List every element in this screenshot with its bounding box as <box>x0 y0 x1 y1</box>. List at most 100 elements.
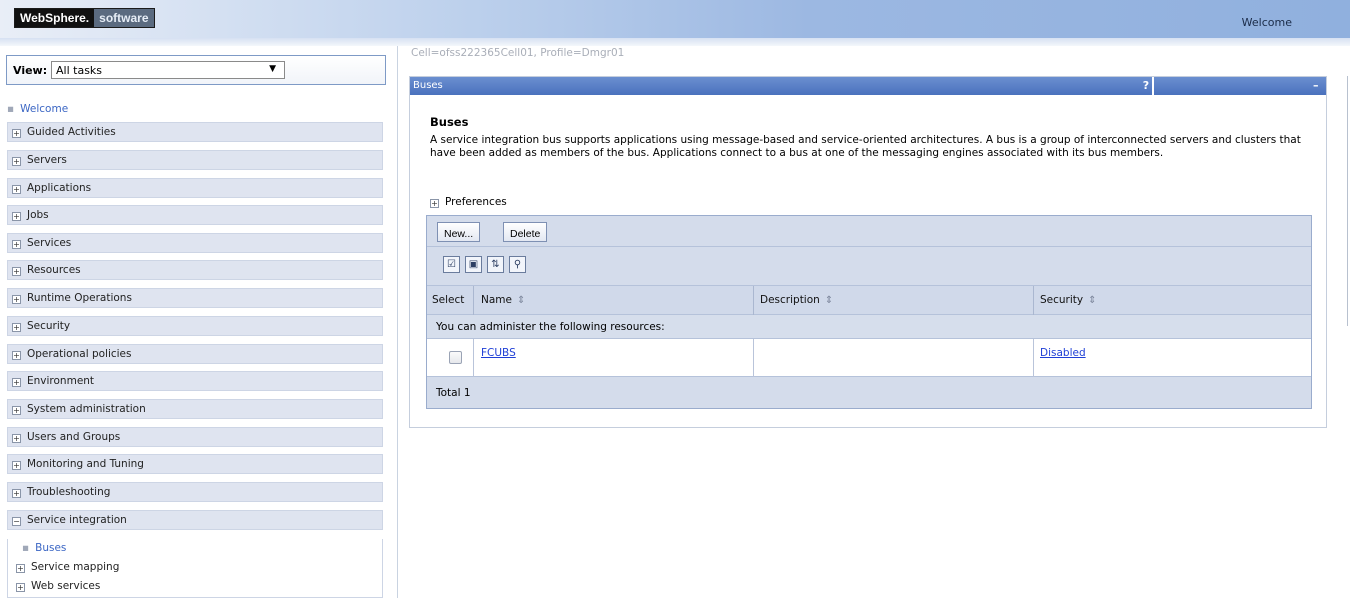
button-row: New... Delete <box>427 216 1311 247</box>
nav-item-label: System administration <box>27 403 146 415</box>
show-filter-icon[interactable]: ⇅ <box>487 256 504 273</box>
nav-item-label: Security <box>27 320 71 332</box>
expand-icon[interactable]: + <box>12 267 21 276</box>
nav-item-jobs[interactable]: + Jobs <box>7 205 383 225</box>
nav-item-environment[interactable]: + Environment <box>7 371 383 391</box>
column-header-security[interactable]: Security ⇕ <box>1040 294 1097 306</box>
row-select-checkbox[interactable] <box>449 351 462 364</box>
banner: WebSphere. software Welcome <box>0 0 1350 46</box>
delete-button[interactable]: Delete <box>503 222 548 242</box>
nav-item-label: Jobs <box>27 209 49 221</box>
nav-item-label: Users and Groups <box>27 431 121 443</box>
column-divider <box>473 286 474 315</box>
help-icon[interactable]: ? <box>1140 77 1152 95</box>
view-label: View: <box>13 64 48 77</box>
nav-subitem-service-mapping[interactable]: + Service mapping <box>16 561 119 573</box>
expand-icon[interactable]: + <box>12 157 21 166</box>
preferences-label: Preferences <box>445 196 507 208</box>
expand-icon[interactable]: + <box>16 564 25 573</box>
nav-item-guided-activities[interactable]: + Guided Activities <box>7 122 383 142</box>
expand-icon[interactable]: + <box>12 240 21 249</box>
welcome-text: Welcome <box>1241 16 1292 29</box>
dropdown-arrow-icon: ▼ <box>269 64 276 74</box>
title-bar-separator <box>1152 77 1154 95</box>
sort-icon[interactable]: ⇕ <box>1088 295 1096 306</box>
expand-icon[interactable]: + <box>12 489 21 498</box>
expand-icon[interactable]: + <box>12 129 21 138</box>
view-selector-box: View: All tasks ▼ <box>6 55 386 85</box>
nav-item-label: Operational policies <box>27 348 132 360</box>
security-status-link[interactable]: Disabled <box>1040 347 1086 359</box>
view-select[interactable]: All tasks ▼ <box>51 61 285 79</box>
nav-item-resources[interactable]: + Resources <box>7 260 383 280</box>
nav-item-monitoring-and-tuning[interactable]: + Monitoring and Tuning <box>7 454 383 474</box>
buses-portlet: Buses ? – Buses A service integration bu… <box>409 76 1327 428</box>
expand-icon[interactable]: + <box>12 406 21 415</box>
logo-suffix: software <box>94 9 154 27</box>
expand-icon[interactable]: + <box>12 378 21 387</box>
expand-icon[interactable]: + <box>12 434 21 443</box>
column-header-description[interactable]: Description ⇕ <box>760 294 833 306</box>
nav-subitem-label: Web services <box>31 580 101 592</box>
sort-icon[interactable]: ⇕ <box>825 295 833 306</box>
column-header-description-label: Description <box>760 294 820 306</box>
service-integration-children: ▪ Buses + Service mapping + Web services <box>7 539 383 598</box>
column-header-security-label: Security <box>1040 294 1084 306</box>
expand-icon[interactable]: + <box>430 199 439 208</box>
page-heading: Buses <box>430 115 469 129</box>
nav-welcome-link[interactable]: ▪ Welcome <box>7 103 68 115</box>
table-row: FCUBS Disabled <box>427 339 1311 377</box>
expand-icon[interactable]: + <box>16 583 25 592</box>
nav-welcome-label: Welcome <box>20 103 69 115</box>
nav-item-users-and-groups[interactable]: + Users and Groups <box>7 427 383 447</box>
nav-item-system-administration[interactable]: + System administration <box>7 399 383 419</box>
preferences-toggle[interactable]: + Preferences <box>430 196 507 208</box>
column-divider <box>753 339 754 377</box>
column-divider <box>1033 339 1034 377</box>
websphere-logo: WebSphere. software <box>14 8 155 28</box>
expand-icon[interactable]: + <box>12 295 21 304</box>
nav-subitem-web-services[interactable]: + Web services <box>16 580 100 592</box>
deselect-all-icon[interactable]: ▣ <box>465 256 482 273</box>
expand-icon[interactable]: + <box>12 461 21 470</box>
nav-item-operational-policies[interactable]: + Operational policies <box>7 344 383 364</box>
nav-item-service-integration[interactable]: − Service integration <box>7 510 383 530</box>
nav-item-servers[interactable]: + Servers <box>7 150 383 170</box>
expand-icon[interactable]: + <box>12 351 21 360</box>
sort-icon[interactable]: ⇕ <box>517 295 525 306</box>
logo-brand: WebSphere. <box>15 9 95 27</box>
table-total: Total 1 <box>436 387 471 399</box>
portlet-title: Buses <box>413 80 443 91</box>
nav-item-runtime-operations[interactable]: + Runtime Operations <box>7 288 383 308</box>
nav-item-security[interactable]: + Security <box>7 316 383 336</box>
minimize-icon[interactable]: – <box>1313 79 1323 93</box>
new-button[interactable]: New... <box>437 222 481 242</box>
nav-item-label: Service integration <box>27 514 127 526</box>
column-header-name[interactable]: Name ⇕ <box>481 294 525 306</box>
nav-item-label: Monitoring and Tuning <box>27 458 144 470</box>
nav-item-label: Runtime Operations <box>27 292 132 304</box>
table-message-row: You can administer the following resourc… <box>427 315 1311 339</box>
collapse-icon[interactable]: − <box>12 517 21 526</box>
column-divider <box>753 286 754 315</box>
bus-name-link[interactable]: FCUBS <box>481 347 516 359</box>
nav-item-label: Services <box>27 237 72 249</box>
nav-item-label: Troubleshooting <box>27 486 111 498</box>
expand-icon[interactable]: + <box>12 185 21 194</box>
breadcrumb: Cell=ofss222365Cell01, Profile=Dmgr01 <box>411 47 625 59</box>
clear-filter-icon[interactable]: ⚲ <box>509 256 526 273</box>
navigation-panel: View: All tasks ▼ ▪ Welcome + Guided Activ… <box>0 46 398 598</box>
buses-table: New... Delete ☑ ▣ ⇅ ⚲ Select Name ⇕ Descr… <box>426 215 1312 409</box>
nav-item-services[interactable]: + Services <box>7 233 383 253</box>
column-header-name-label: Name <box>481 294 512 306</box>
table-header-row: Select Name ⇕ Description ⇕ Security ⇕ <box>427 286 1311 315</box>
nav-item-applications[interactable]: + Applications <box>7 178 383 198</box>
nav-item-label: Servers <box>27 154 67 166</box>
page-description: A service integration bus supports appli… <box>430 134 1301 159</box>
nav-subitem-buses[interactable]: ▪ Buses <box>22 542 66 554</box>
nav-item-troubleshooting[interactable]: + Troubleshooting <box>7 482 383 502</box>
content-edge-divider <box>1347 76 1348 326</box>
expand-icon[interactable]: + <box>12 323 21 332</box>
expand-icon[interactable]: + <box>12 212 21 221</box>
select-all-icon[interactable]: ☑ <box>443 256 460 273</box>
